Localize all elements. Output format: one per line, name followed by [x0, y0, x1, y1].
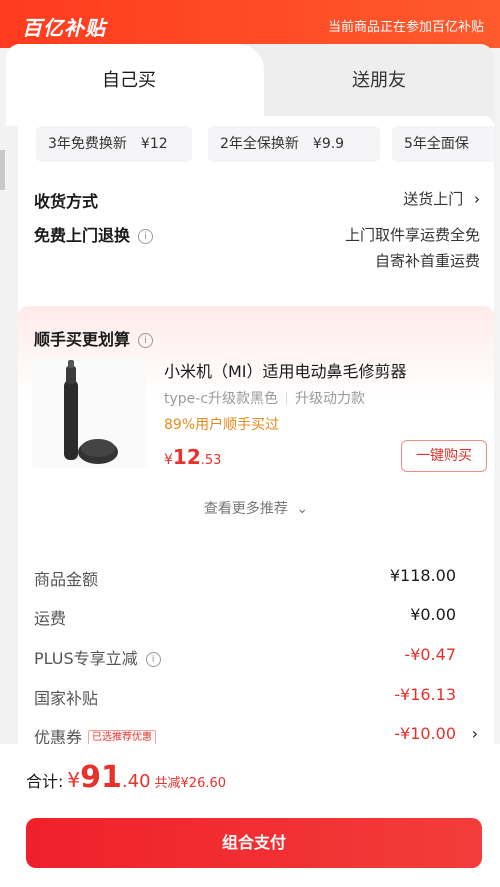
- total-price: 合计: ¥91.40 共减¥26.60: [26, 760, 226, 795]
- delivery-method[interactable]: 送货上门 ›: [403, 188, 480, 209]
- chevron-down-icon: ⌄: [296, 501, 309, 517]
- service-chip[interactable]: 5年全面保: [392, 126, 494, 162]
- service-price: ¥9.9: [312, 136, 345, 152]
- total-label: 合计:: [26, 772, 64, 791]
- price-summary-card: 商品金额 ¥118.00 运费 ¥0.00 PLUS专享立减 i -¥0.47 国…: [18, 546, 494, 766]
- scrollbar[interactable]: [0, 150, 5, 190]
- return-line: 自寄补首重运费: [374, 252, 480, 270]
- summary-value: -¥16.13: [394, 685, 456, 704]
- service-price: ¥12: [140, 136, 168, 152]
- service-name: 5年全面保: [404, 136, 469, 152]
- combined-pay-button[interactable]: 组合支付: [26, 818, 482, 868]
- see-more-link[interactable]: 查看更多推荐 ⌄: [18, 498, 494, 518]
- tab-label: 自己买: [102, 70, 156, 91]
- summary-value: -¥0.47: [404, 645, 456, 664]
- summary-label: 国家补贴: [34, 689, 99, 708]
- summary-label: 商品金额: [34, 570, 99, 589]
- tab-bar: 送朋友 自己买: [6, 44, 494, 126]
- tab-buy-self[interactable]: 自己买: [6, 44, 264, 126]
- checkout-bar: 合计: ¥91.40 共减¥26.60 组合支付: [0, 744, 500, 887]
- return-desc: 上门取件享运费全免 自寄补首重运费: [345, 222, 480, 274]
- return-line: 上门取件享运费全免: [344, 226, 480, 244]
- delivery-label: 收货方式: [34, 192, 99, 211]
- one-click-buy-button[interactable]: 一键购买: [401, 440, 487, 472]
- service-card: 3年免费换新 ¥12 2年全保换新 ¥9.9 5年全面保 收货方式 送货上门 › 免…: [18, 116, 494, 336]
- service-name: 2年全保换新: [220, 136, 299, 152]
- recommend-title: 顺手买更划算: [34, 330, 131, 349]
- summary-value: ¥118.00: [389, 566, 456, 585]
- info-icon[interactable]: i: [138, 333, 154, 348]
- total-decimal: .40: [121, 771, 151, 792]
- summary-row-subsidy: 国家补贴 -¥16.13: [34, 685, 478, 709]
- spec-divider: [286, 392, 288, 404]
- recommend-title-row: 顺手买更划算 i: [34, 326, 154, 350]
- summary-value: -¥10.00: [394, 724, 456, 743]
- price-currency: ¥: [164, 452, 173, 468]
- summary-label: 运费: [34, 609, 67, 628]
- tab-label: 送朋友: [352, 70, 406, 91]
- info-icon[interactable]: i: [138, 229, 154, 244]
- summary-label: PLUS专享立减: [34, 649, 138, 668]
- delivery-value: 送货上门: [403, 190, 464, 208]
- total-currency: ¥: [67, 768, 81, 792]
- service-name: 3年免费换新: [48, 136, 127, 152]
- spec-model: 升级动力款: [295, 391, 366, 407]
- summary-row-plus: PLUS专享立减 i -¥0.47: [34, 645, 478, 669]
- product-name[interactable]: 小米机（MI）适用电动鼻毛修剪器: [164, 358, 407, 382]
- product-image[interactable]: [32, 358, 146, 468]
- price-integer: 12: [172, 445, 201, 469]
- bought-stat: 89%用户顺手买过: [164, 417, 280, 433]
- subsidy-banner: 百亿补贴 当前商品正在参加百亿补贴: [0, 0, 500, 48]
- total-integer: 91: [80, 760, 122, 795]
- service-chip[interactable]: 2年全保换新 ¥9.9: [208, 126, 380, 162]
- info-icon[interactable]: i: [145, 652, 161, 667]
- summary-row-goods: 商品金额 ¥118.00: [34, 566, 478, 590]
- summary-label-wrap: PLUS专享立减 i: [34, 645, 161, 669]
- see-more-label: 查看更多推荐: [203, 501, 288, 517]
- product-spec: type-c升级款黑色 升级动力款: [164, 388, 365, 408]
- subsidy-logo: 百亿补贴: [22, 16, 106, 40]
- free-return-row: 免费上门退换 i: [34, 222, 154, 246]
- chevron-right-icon: ›: [474, 190, 480, 208]
- nose-trimmer-icon: [64, 360, 118, 464]
- chevron-right-icon: ›: [471, 724, 478, 743]
- summary-value: ¥0.00: [410, 605, 456, 624]
- service-chip[interactable]: 3年免费换新 ¥12: [36, 126, 192, 162]
- recommend-card: 顺手买更划算 i 小米机（MI）适用电动鼻毛修剪器 type-c升级款黑色 升级动力…: [18, 306, 494, 576]
- coupon-tag: 已选推荐优惠: [88, 730, 157, 745]
- spec-variant: type-c升级款黑色: [164, 391, 279, 407]
- price-decimal: .53: [200, 453, 222, 468]
- tab-gift-friend[interactable]: 送朋友: [264, 44, 494, 126]
- summary-row-shipping: 运费 ¥0.00: [34, 605, 478, 629]
- product-price: ¥12.53: [164, 445, 221, 469]
- free-return-label: 免费上门退换: [34, 226, 131, 245]
- total-saved: 共减¥26.60: [154, 776, 227, 791]
- subsidy-note: 当前商品正在参加百亿补贴: [327, 20, 484, 35]
